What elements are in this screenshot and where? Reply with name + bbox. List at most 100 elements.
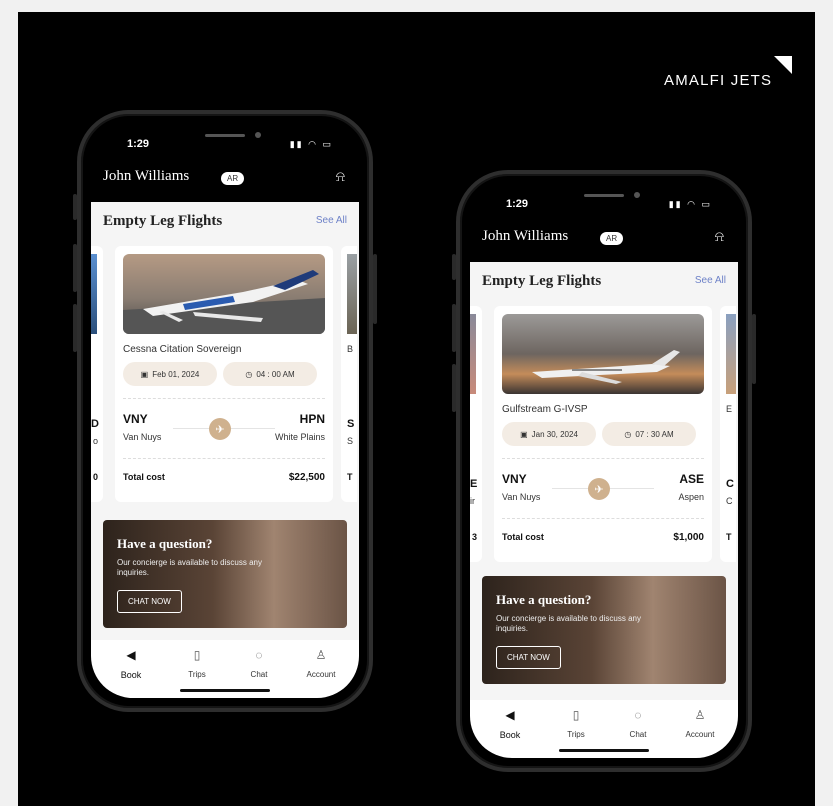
peek-model: E <box>726 404 733 414</box>
divider <box>123 398 325 399</box>
phone-side-button <box>452 254 456 280</box>
phone-side-button <box>452 364 456 412</box>
tab-chat[interactable]: ◌ Chat <box>229 648 289 679</box>
divider <box>502 518 704 519</box>
phone-mockup-left: 1:29 ▮▮ ◠ ▭ John Williams AR ⍾ Empty Leg… <box>73 110 377 712</box>
route: VNY Van Nuys ✈ ASE Aspen <box>502 472 704 508</box>
total-cost-label: Total cost <box>123 472 165 482</box>
flight-date: Feb 01, 2024 <box>152 369 200 379</box>
document-icon: ▯ <box>572 708 580 722</box>
signal-wifi-battery-icon: ▮▮ ◠ ▭ <box>289 139 333 149</box>
tab-label: Trips <box>567 730 585 739</box>
signal-wifi-battery-icon: ▮▮ ◠ ▭ <box>668 199 712 209</box>
promo-title: Have a question? <box>496 592 592 607</box>
calendar-icon: ▣ <box>140 369 149 379</box>
flight-date: Jan 30, 2024 <box>531 429 578 439</box>
tab-trips[interactable]: ▯ Trips <box>546 708 606 739</box>
phone-side-button <box>73 304 77 352</box>
notch <box>534 184 674 212</box>
chat-bubble-icon: ◌ <box>634 708 642 722</box>
flight-card-peek-left[interactable]: D o 0 <box>91 246 103 502</box>
section-header: Empty Leg Flights See All <box>482 272 726 296</box>
peek-code: S <box>347 418 355 430</box>
peek-city: ir <box>470 496 475 506</box>
flight-time: 04 : 00 AM <box>256 369 295 379</box>
see-all-link[interactable]: See All <box>695 275 726 286</box>
bell-icon[interactable]: ⍾ <box>336 168 345 185</box>
flight-card[interactable]: Gulfstream G-IVSP ▣ Jan 30, 2024 ◷ 07 : … <box>494 306 712 562</box>
origin-city: Van Nuys <box>502 492 541 502</box>
home-content: Empty Leg Flights See All D o 0 Cessna C… <box>91 202 359 640</box>
peek-total: 3 <box>472 532 478 542</box>
gulfstream-jet-image <box>502 314 704 394</box>
peek-model: B <box>347 344 354 354</box>
jet-photo <box>123 254 325 334</box>
origin-code: VNY <box>502 472 527 486</box>
peek-code: D <box>91 418 99 430</box>
chat-now-button[interactable]: CHAT NOW <box>117 590 182 613</box>
flight-card-peek-right[interactable]: B S S T <box>341 246 357 502</box>
jet-photo <box>91 254 97 334</box>
tab-chat[interactable]: ◌ Chat <box>608 708 668 739</box>
send-arrow-icon: ◀ <box>505 708 515 722</box>
person-icon: ♙ <box>694 708 706 722</box>
status-time: 1:29 <box>127 138 150 150</box>
calendar-icon: ▣ <box>520 429 528 439</box>
see-all-link[interactable]: See All <box>316 215 347 226</box>
document-icon: ▯ <box>193 648 201 662</box>
tab-trips[interactable]: ▯ Trips <box>167 648 227 679</box>
tab-account[interactable]: ♙ Account <box>670 708 730 739</box>
tab-label: Chat <box>629 730 647 739</box>
tab-account[interactable]: ♙ Account <box>291 648 351 679</box>
peek-city: S <box>347 436 354 446</box>
date-pill: ▣ Jan 30, 2024 <box>502 422 596 446</box>
user-name: John Williams <box>103 168 190 184</box>
bottom-tab-bar: ◀ Book ▯ Trips ◌ Chat ♙ Account <box>91 640 359 698</box>
promo-body: Our concierge is available to discuss an… <box>496 614 641 633</box>
route: VNY Van Nuys ✈ HPN White Plains <box>123 412 325 448</box>
app-header: John Williams AR ⍾ <box>470 222 738 262</box>
language-badge[interactable]: AR <box>221 172 245 185</box>
plane-icon: ✈ <box>209 418 231 440</box>
divider <box>502 458 704 459</box>
section-title: Empty Leg Flights <box>103 213 223 229</box>
language-badge[interactable]: AR <box>600 232 624 245</box>
phone-side-button <box>73 194 77 220</box>
clock-icon: ◷ <box>624 429 632 439</box>
peek-code: E <box>470 478 478 490</box>
destination-city: Aspen <box>678 492 704 502</box>
tab-book[interactable]: ◀ Book <box>101 648 161 680</box>
origin-city: Van Nuys <box>123 432 162 442</box>
phone-power-button <box>752 314 756 384</box>
plane-icon: ✈ <box>588 478 610 500</box>
total-cost-value: $22,500 <box>288 472 325 483</box>
home-indicator <box>180 689 270 692</box>
destination-code: ASE <box>679 472 704 486</box>
peek-total: 0 <box>93 472 99 482</box>
jet-photo <box>347 254 357 334</box>
notch <box>155 124 295 152</box>
peek-city: o <box>93 436 99 446</box>
section-title: Empty Leg Flights <box>482 273 602 289</box>
home-indicator <box>559 749 649 752</box>
chat-now-button[interactable]: CHAT NOW <box>496 646 561 669</box>
flight-card-peek-left[interactable]: E ir 3 <box>470 306 482 562</box>
concierge-promo: Have a question? Our concierge is availa… <box>103 520 347 628</box>
promo-body: Our concierge is available to discuss an… <box>117 558 262 577</box>
tab-book[interactable]: ◀ Book <box>480 708 540 740</box>
peek-city: C <box>726 496 733 506</box>
aircraft-model: Gulfstream G-IVSP <box>502 404 588 415</box>
peek-code: C <box>726 478 734 490</box>
bell-icon[interactable]: ⍾ <box>715 228 724 245</box>
chat-bubble-icon: ◌ <box>255 648 263 662</box>
flight-card-peek-right[interactable]: E C C T <box>720 306 736 562</box>
status-time: 1:29 <box>506 198 529 210</box>
tab-label: Book <box>120 670 142 680</box>
status-bar: 1:29 ▮▮ ◠ ▭ <box>470 184 738 218</box>
flight-card[interactable]: Cessna Citation Sovereign ▣ Feb 01, 2024… <box>115 246 333 502</box>
aircraft-model: Cessna Citation Sovereign <box>123 344 242 355</box>
tab-label: Account <box>306 670 336 679</box>
jet-photo <box>502 314 704 394</box>
tab-label: Chat <box>250 670 268 679</box>
time-pill: ◷ 07 : 30 AM <box>602 422 696 446</box>
